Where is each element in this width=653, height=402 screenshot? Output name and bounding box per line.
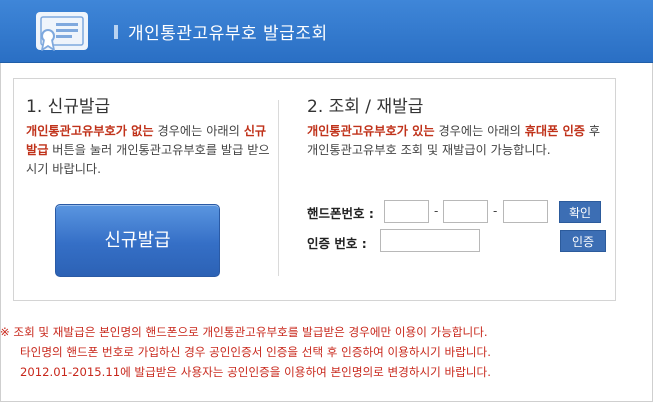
notice-text: ※ 조회 및 재발급은 본인명의 핸드폰으로 개인통관고유부호를 발급받은 경우… bbox=[0, 322, 640, 382]
phone-auth-highlight: 휴대폰 인증 bbox=[524, 124, 586, 138]
notice-line-1: ※ 조회 및 재발급은 본인명의 핸드폰으로 개인통관고유부호를 발급받은 경우… bbox=[0, 325, 488, 339]
new-issue-button[interactable]: 신규발급 bbox=[55, 204, 220, 277]
notice-line-3: 2012.01-2015.11에 발급받은 사용자는 공인인증을 이용하여 본인… bbox=[20, 365, 491, 379]
title-marker bbox=[114, 25, 118, 39]
desc-text: 경우에는 아래의 bbox=[434, 124, 525, 138]
notice-line-2: 타인명의 핸드폰 번호로 가입하신 경우 공인인증서 인증을 선택 후 인증하여… bbox=[20, 345, 491, 359]
phone-part2-input[interactable] bbox=[443, 200, 488, 223]
desc-text: 경우에는 아래의 bbox=[153, 124, 244, 138]
lookup-title: 2. 조회 / 재발급 bbox=[307, 97, 424, 117]
panel-divider bbox=[278, 100, 279, 276]
has-code-highlight: 개인통관고유부호가 있는 bbox=[307, 124, 435, 138]
auth-number-input[interactable] bbox=[380, 229, 480, 252]
desc-text: 버튼을 눌러 개인통관고유부호를 발급 받으시기 바랍니다. bbox=[26, 143, 270, 176]
confirm-button[interactable]: 확인 bbox=[559, 201, 601, 223]
auth-button[interactable]: 인증 bbox=[560, 230, 606, 252]
lookup-description: 개인통관고유부호가 있는 경우에는 아래의 휴대폰 인증 후 개인통관고유부호 … bbox=[307, 122, 607, 160]
new-issue-description: 개인통관고유부호가 없는 경우에는 아래의 신규발급 버튼을 눌러 개인통관고유… bbox=[26, 122, 271, 179]
auth-number-label: 인증 번호 : bbox=[307, 236, 367, 251]
certificate-icon bbox=[36, 12, 88, 51]
phone-part1-input[interactable] bbox=[384, 200, 429, 223]
no-code-highlight: 개인통관고유부호가 없는 bbox=[26, 124, 154, 138]
page-header: 개인통관고유부호 발급조회 bbox=[0, 0, 653, 63]
page-title: 개인통관고유부호 발급조회 bbox=[128, 24, 328, 44]
phone-dash: - bbox=[434, 204, 439, 218]
phone-dash: - bbox=[493, 204, 498, 218]
phone-number-label: 핸드폰번호 : bbox=[307, 206, 374, 221]
phone-part3-input[interactable] bbox=[503, 200, 548, 223]
new-issue-title: 1. 신규발급 bbox=[26, 97, 111, 117]
